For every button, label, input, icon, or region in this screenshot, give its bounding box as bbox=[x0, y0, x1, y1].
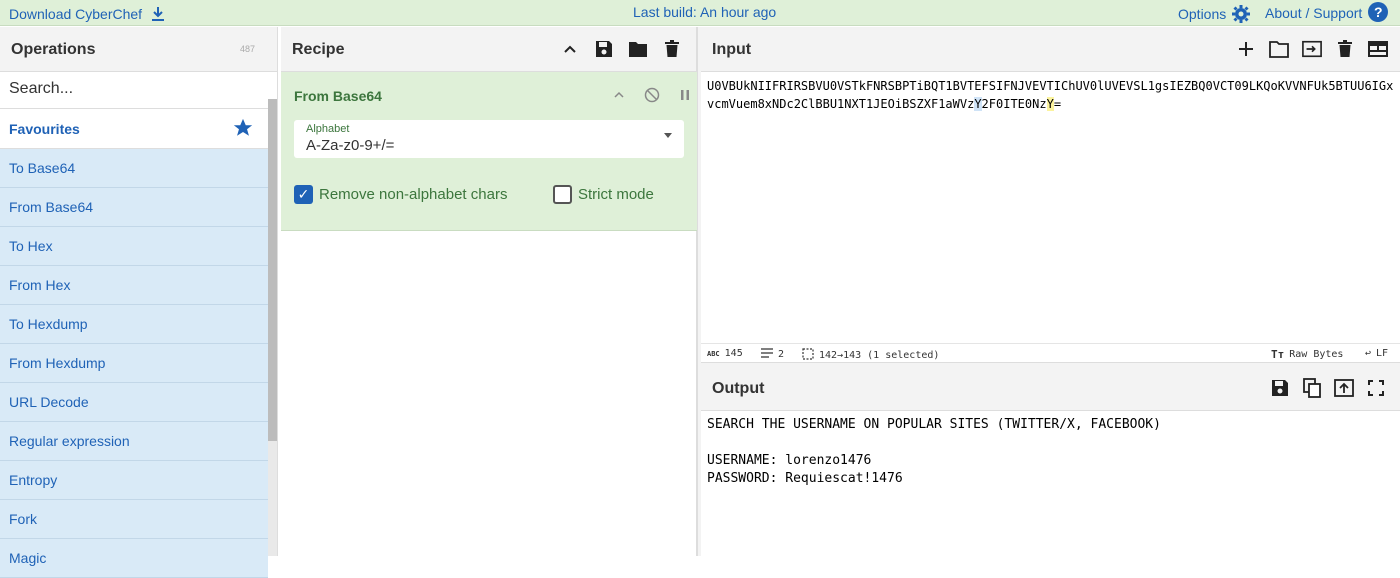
operations-count: 487 bbox=[239, 44, 255, 54]
add-tab-icon[interactable] bbox=[1236, 39, 1256, 59]
operations-title: Operations bbox=[11, 41, 96, 58]
last-build-label: Last build: An hour ago bbox=[633, 4, 777, 20]
operation-item[interactable]: From Hexdump bbox=[0, 344, 268, 383]
favourites-label[interactable]: Favourites bbox=[9, 121, 80, 137]
output-header: Output bbox=[701, 366, 1400, 411]
recipe-header: Recipe bbox=[281, 27, 696, 72]
output-title: Output bbox=[712, 380, 765, 397]
chevron-up-icon[interactable] bbox=[609, 85, 629, 105]
input-header: Input bbox=[701, 27, 1400, 72]
favourites-category[interactable]: Favourites bbox=[0, 109, 268, 149]
input-pane: Input U0VBUkNIIFRIRSBVU0VSTkFNRSBPTiBQT1… bbox=[701, 27, 1400, 366]
output-text[interactable]: SEARCH THE USERNAME ON POPULAR SITES (TW… bbox=[707, 416, 1397, 488]
operations-header: Operations 487 bbox=[0, 27, 277, 72]
operation-item[interactable]: From Hex bbox=[0, 266, 268, 305]
operation-item[interactable]: To Base64 bbox=[0, 149, 268, 188]
download-label[interactable]: Download CyberChef bbox=[9, 6, 142, 22]
chevron-down-icon[interactable] bbox=[664, 133, 672, 138]
checkbox-unchecked-icon[interactable] bbox=[553, 185, 572, 204]
eol-selector[interactable]: ↩ LF bbox=[1365, 348, 1388, 359]
operation-item[interactable]: From Base64 bbox=[0, 188, 268, 227]
replace-input-icon[interactable] bbox=[1334, 378, 1354, 398]
collapse-icon[interactable] bbox=[560, 39, 580, 59]
recipe-title: Recipe bbox=[292, 41, 345, 58]
strict-mode-checkbox[interactable]: Strict mode bbox=[553, 185, 654, 204]
lines-indicator: 2 bbox=[761, 348, 784, 361]
top-bar: Download CyberChef Last build: An hour a… bbox=[0, 0, 1400, 26]
open-file-icon[interactable] bbox=[1302, 39, 1322, 59]
length-indicator: ABC 145 bbox=[707, 348, 743, 359]
search-input[interactable] bbox=[0, 72, 260, 106]
maximise-icon[interactable] bbox=[1366, 378, 1386, 398]
download-icon[interactable] bbox=[148, 4, 168, 24]
save-icon[interactable] bbox=[594, 39, 614, 59]
operation-item[interactable]: URL Decode bbox=[0, 383, 268, 422]
about-label[interactable]: About / Support bbox=[1265, 5, 1362, 21]
trash-icon[interactable] bbox=[662, 39, 682, 59]
copy-icon[interactable] bbox=[1302, 378, 1322, 398]
remove-nonalpha-checkbox[interactable]: ✓ Remove non-alphabet chars bbox=[294, 185, 507, 204]
operation-item[interactable]: To Hex bbox=[0, 227, 268, 266]
lines-icon bbox=[761, 348, 773, 361]
highlight-selection: Y bbox=[1046, 97, 1054, 111]
disable-icon[interactable] bbox=[642, 85, 662, 105]
about-support-link[interactable]: About / Support ? bbox=[1265, 2, 1389, 22]
checkbox-checked-icon[interactable]: ✓ bbox=[294, 185, 313, 204]
alphabet-value[interactable]: A-Za-z0-9+/= bbox=[306, 137, 394, 154]
scrollbar-thumb[interactable] bbox=[268, 99, 277, 441]
operation-item[interactable]: To Hexdump bbox=[0, 305, 268, 344]
operations-pane: Operations 487 Favourites To Base64 From… bbox=[0, 27, 278, 578]
highlight-match: Y bbox=[974, 97, 982, 111]
alphabet-label: Alphabet bbox=[306, 123, 350, 135]
remove-nonalpha-label[interactable]: Remove non-alphabet chars bbox=[319, 186, 507, 203]
text-encoding-icon[interactable]: Tт bbox=[1271, 348, 1284, 361]
strict-mode-label[interactable]: Strict mode bbox=[578, 186, 654, 203]
return-icon[interactable]: ↩ bbox=[1365, 348, 1371, 359]
operation-item[interactable]: Magic bbox=[0, 539, 268, 578]
download-link[interactable]: Download CyberChef bbox=[9, 4, 168, 24]
encoding-selector[interactable]: Tт Raw Bytes bbox=[1271, 348, 1343, 361]
trash-icon[interactable] bbox=[1335, 39, 1355, 59]
options-link[interactable]: Options bbox=[1178, 4, 1251, 24]
selection-indicator: 142→143 (1 selected) bbox=[802, 348, 939, 363]
abc-icon: ABC bbox=[707, 349, 720, 358]
gear-icon[interactable] bbox=[1231, 4, 1251, 24]
pause-icon[interactable] bbox=[675, 85, 695, 105]
options-label[interactable]: Options bbox=[1178, 6, 1226, 22]
save-icon[interactable] bbox=[1270, 378, 1290, 398]
recipe-pane: Recipe From Base64 Alphabet A-Za-z0-9+/=… bbox=[281, 27, 697, 556]
help-icon[interactable]: ? bbox=[1368, 2, 1389, 22]
input-textarea[interactable]: U0VBUkNIIFRIRSBVU0VSTkFNRSBPTiBQT1BVTEFS… bbox=[707, 77, 1397, 113]
operation-name: From Base64 bbox=[294, 88, 382, 104]
alphabet-select[interactable]: Alphabet A-Za-z0-9+/= bbox=[294, 120, 684, 158]
input-status-bar: ABC 145 2 142→143 (1 selected) Tт Raw By… bbox=[701, 343, 1400, 364]
selection-icon bbox=[802, 348, 814, 363]
star-icon[interactable] bbox=[232, 117, 254, 143]
input-title: Input bbox=[712, 41, 752, 58]
operation-item[interactable]: Entropy bbox=[0, 461, 268, 500]
output-pane: Output SEARCH THE USERNAME ON POPULAR SI… bbox=[701, 366, 1400, 556]
operations-list: To Base64 From Base64 To Hex From Hex To… bbox=[0, 149, 268, 578]
open-folder-icon[interactable] bbox=[1269, 39, 1289, 59]
operation-item[interactable]: Regular expression bbox=[0, 422, 268, 461]
folder-icon[interactable] bbox=[628, 39, 648, 59]
operation-item[interactable]: Fork bbox=[0, 500, 268, 539]
recipe-operation-from-base64: From Base64 Alphabet A-Za-z0-9+/= ✓ Remo… bbox=[281, 72, 697, 231]
search-box bbox=[0, 72, 277, 109]
layout-icon[interactable] bbox=[1368, 39, 1388, 59]
